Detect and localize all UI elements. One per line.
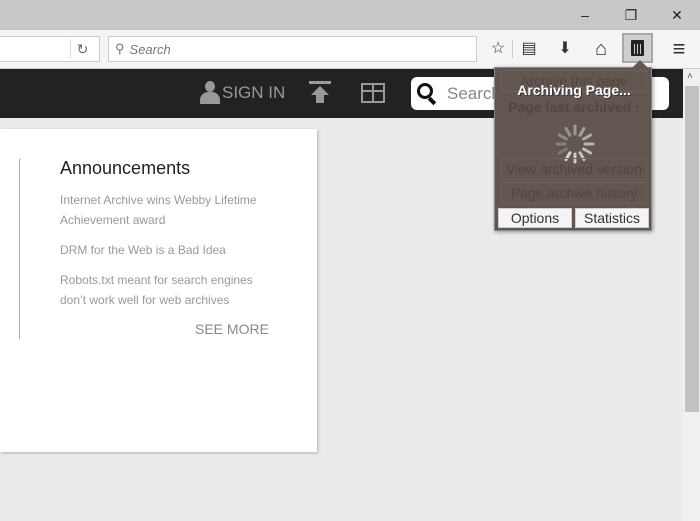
spinner-segment <box>557 147 568 155</box>
archiving-status: Archiving Page... <box>517 82 631 98</box>
divider <box>19 159 20 339</box>
spinner-segment <box>578 126 586 137</box>
donate-gift-icon[interactable] <box>361 83 385 103</box>
site-search-placeholder: Search <box>447 83 501 103</box>
archive-icon <box>631 40 644 56</box>
scrollbar-thumb[interactable] <box>685 86 699 412</box>
last-archived-label: Page last archived : <box>508 99 640 115</box>
statistics-button[interactable]: Statistics <box>575 208 649 228</box>
announcement-link[interactable]: DRM for the Web is a Bad Idea <box>60 240 280 260</box>
archive-popup: Archive this page Archiving Page... Page… <box>494 60 652 231</box>
url-bar[interactable]: ↻ <box>0 36 100 62</box>
options-button[interactable]: Options <box>498 208 572 228</box>
menu-icon[interactable]: ≡ <box>667 38 691 60</box>
announcement-link[interactable]: Internet Archive wins Webby Lifetime Ach… <box>60 190 280 230</box>
spinner-segment <box>582 147 593 155</box>
archive-extension-button[interactable] <box>622 33 653 63</box>
home-icon[interactable]: ⌂ <box>589 38 613 60</box>
sign-in-link[interactable]: SIGN IN <box>200 81 285 105</box>
search-placeholder: Search <box>129 41 171 57</box>
view-archived-version-button: View archived version <box>501 158 647 180</box>
sign-in-label: SIGN IN <box>222 83 286 102</box>
announcement-link[interactable]: Robots.txt meant for search engines don’… <box>60 270 280 310</box>
search-icon: ⚲ <box>115 41 125 56</box>
scrollbar[interactable]: ˄ <box>683 69 700 521</box>
restore-button[interactable]: ❐ <box>618 5 644 25</box>
reload-icon[interactable]: ↻ <box>70 39 94 59</box>
download-icon[interactable]: ⬇ <box>553 38 577 60</box>
page-archive-history-button: Page archive history <box>501 182 647 204</box>
spinner-segment <box>557 133 568 141</box>
popup-arrow <box>632 60 648 68</box>
close-button[interactable]: ✕ <box>664 5 690 25</box>
bookmark-star-icon[interactable]: ☆ <box>486 38 510 60</box>
see-more-link[interactable]: SEE MORE <box>195 321 269 337</box>
user-icon <box>200 81 220 105</box>
search-icon <box>417 82 437 105</box>
announcements-title: Announcements <box>60 158 191 178</box>
scroll-up-icon[interactable]: ˄ <box>687 71 693 82</box>
announcements-card: Announcements Internet Archive wins Webb… <box>0 129 317 452</box>
minimize-button[interactable]: – <box>572 5 598 25</box>
spinner-segment <box>582 133 593 141</box>
web-search-input[interactable]: ⚲ Search <box>108 36 477 62</box>
reading-list-icon[interactable]: ▤ <box>517 38 541 60</box>
browser-toolbar: ↻ ⚲ Search ☆ ▤ ⬇ ⌂ ≡ <box>0 30 700 69</box>
spinner-segment <box>564 126 572 137</box>
divider <box>512 40 513 58</box>
title-bar: – ❐ ✕ <box>0 0 700 30</box>
upload-icon[interactable] <box>309 81 331 105</box>
